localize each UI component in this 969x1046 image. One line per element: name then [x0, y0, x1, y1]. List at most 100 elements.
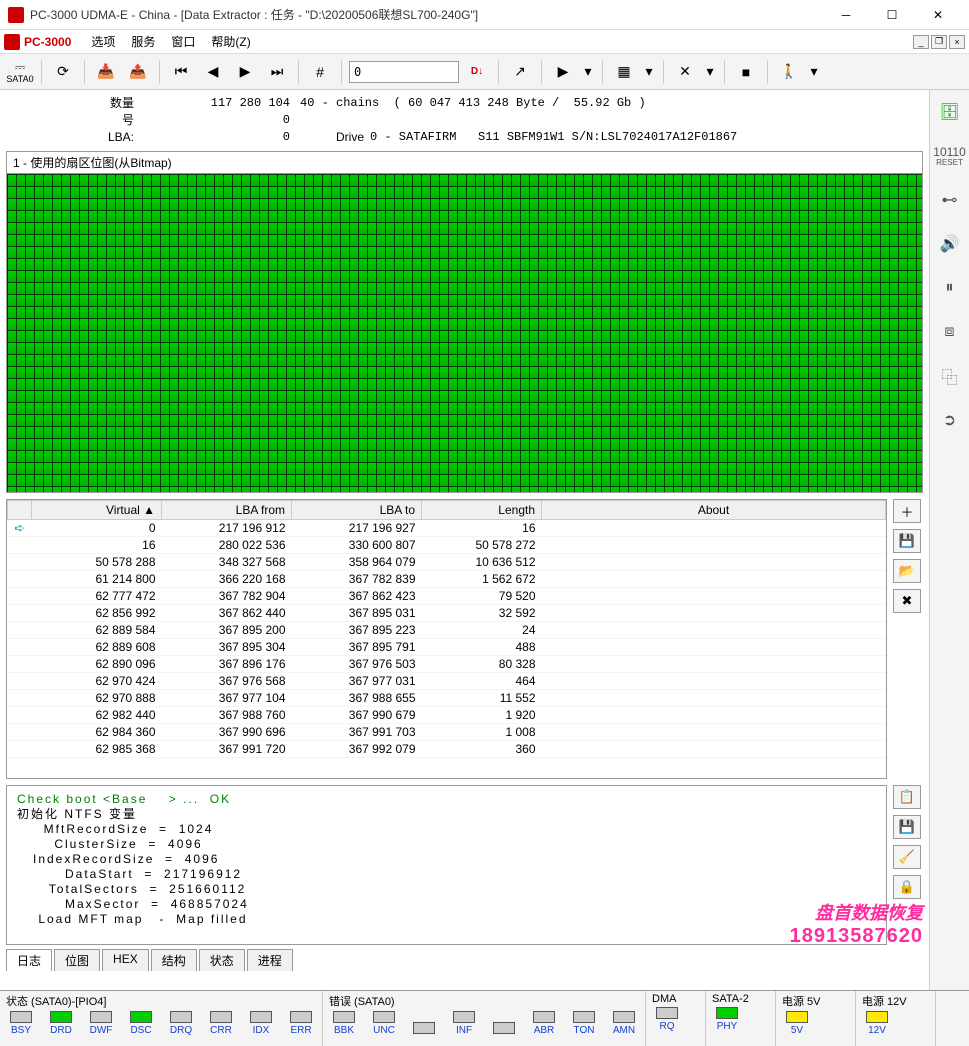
play-dropdown-button[interactable]: ▾	[581, 58, 595, 86]
table-row[interactable]: 62 856 992367 862 440367 895 03132 592	[8, 605, 886, 622]
table-save-button[interactable]: 💾	[893, 529, 921, 553]
lba-label: LBA:	[10, 130, 140, 144]
log-lock-button[interactable]: 🔒	[893, 875, 921, 899]
jump-go-button[interactable]: D↓	[463, 58, 491, 86]
led-CRR: CRR	[206, 1011, 236, 1036]
sata-connector-button[interactable]: ⎓ SATA0	[6, 58, 34, 86]
table-row[interactable]: 16280 022 536330 600 80750 578 272	[8, 537, 886, 554]
info-panel: 数量 117 280 104 40 - chains ( 60 047 413 …	[0, 90, 929, 149]
sata-label: SATA0	[6, 75, 33, 84]
log-clear-button[interactable]: 🧹	[893, 845, 921, 869]
jump-input[interactable]	[349, 61, 459, 83]
status-group-title: 电源 12V	[862, 993, 929, 1009]
exit-button[interactable]: 🚶	[775, 58, 803, 86]
last-button[interactable]: ⏭	[263, 58, 291, 86]
sector-bitmap[interactable]	[6, 173, 923, 493]
table-header[interactable]: About	[542, 501, 886, 520]
exit-dropdown-button[interactable]: ▾	[807, 58, 821, 86]
close-button[interactable]: ✕	[915, 0, 961, 30]
table-row[interactable]: 61 214 800366 220 168367 782 8391 562 67…	[8, 571, 886, 588]
status-group-title: 电源 5V	[782, 993, 849, 1009]
play-button[interactable]: ▶	[549, 58, 577, 86]
grid-view-button[interactable]: ▦	[610, 58, 638, 86]
grid-dropdown-button[interactable]: ▾	[642, 58, 656, 86]
table-row[interactable]: 62 889 608367 895 304367 895 791488	[8, 639, 886, 656]
maximize-button[interactable]: ☐	[869, 0, 915, 30]
table-header[interactable]: LBA to	[292, 501, 422, 520]
table-row[interactable]: ➪0217 196 912217 196 92716	[8, 520, 886, 537]
table-header[interactable]: Virtual ▲	[32, 501, 162, 520]
menu-services[interactable]: 服务	[123, 31, 163, 52]
led-ERR: ERR	[286, 1011, 316, 1036]
led-BBK: BBK	[329, 1011, 359, 1036]
tools-dropdown-button[interactable]: ▾	[703, 58, 717, 86]
copy-icon[interactable]: ⿻	[936, 362, 964, 390]
table-row[interactable]: 50 578 288348 327 568358 964 07910 636 5…	[8, 554, 886, 571]
chip-icon[interactable]: ⧈	[936, 318, 964, 346]
table-row[interactable]: 62 985 368367 991 720367 992 079360	[8, 741, 886, 758]
led-UNC: UNC	[369, 1011, 399, 1036]
bitmap-title: 1 - 使用的扇区位图(从Bitmap)	[6, 151, 923, 173]
export-button[interactable]: 📤	[124, 58, 152, 86]
connector-icon[interactable]: ➲	[936, 406, 964, 434]
sound-icon[interactable]: 🔊	[936, 230, 964, 258]
led-INF: INF	[449, 1011, 479, 1036]
tab-日志[interactable]: 日志	[6, 949, 52, 971]
led-12V: 12V	[862, 1011, 892, 1036]
log-copy-button[interactable]: 📋	[893, 785, 921, 809]
menu-help[interactable]: 帮助(Z)	[203, 31, 258, 52]
table-row[interactable]: 62 970 888367 977 104367 988 65511 552	[8, 690, 886, 707]
table-row[interactable]: 62 984 360367 990 696367 991 7031 008	[8, 724, 886, 741]
mdi-close-button[interactable]: ×	[949, 35, 965, 49]
table-row[interactable]: 62 970 424367 976 568367 977 031464	[8, 673, 886, 690]
table-header[interactable]: Length	[422, 501, 542, 520]
menu-window[interactable]: 窗口	[163, 31, 203, 52]
prev-button[interactable]: ◀	[199, 58, 227, 86]
log-save-button[interactable]: 💾	[893, 815, 921, 839]
tab-结构[interactable]: 结构	[151, 949, 197, 971]
refresh-button[interactable]: ⟳	[49, 58, 77, 86]
export2-button[interactable]: ↗	[506, 58, 534, 86]
bottom-tabs: 日志位图HEX结构状态进程	[6, 949, 923, 971]
table-add-button[interactable]: ＋	[893, 499, 921, 523]
status-group-title: SATA-2	[712, 993, 769, 1005]
qty-label: 数量	[10, 94, 140, 111]
table-row[interactable]: 62 982 440367 988 760367 990 6791 920	[8, 707, 886, 724]
grid-button[interactable]: #	[306, 58, 334, 86]
tool1-icon[interactable]: ⊷	[936, 186, 964, 214]
tools-button[interactable]: ✕	[671, 58, 699, 86]
tab-位图[interactable]: 位图	[54, 949, 100, 971]
app-icon	[8, 7, 24, 23]
stop-button[interactable]: ■	[732, 58, 760, 86]
lba-value: 0	[140, 130, 290, 144]
tab-进程[interactable]: 进程	[247, 949, 293, 971]
mdi-restore-button[interactable]: ❐	[931, 35, 947, 49]
table-row[interactable]: 62 889 584367 895 200367 895 22324	[8, 622, 886, 639]
table-header[interactable]: LBA from	[162, 501, 292, 520]
table-clear-button[interactable]: ✖	[893, 589, 921, 613]
led-ABR: ABR	[529, 1011, 559, 1036]
tab-状态[interactable]: 状态	[199, 949, 245, 971]
db-icon[interactable]: 🗄	[936, 98, 964, 126]
pause-icon[interactable]: ⏸	[936, 274, 964, 302]
reset-button[interactable]: 10110RESET	[936, 142, 964, 170]
log-panel[interactable]: Check boot <Base > ... OK 初始化 NTFS 变量 Mf…	[6, 785, 887, 945]
minimize-button[interactable]: ─	[823, 0, 869, 30]
table-row[interactable]: 62 890 096367 896 176367 976 50380 328	[8, 656, 886, 673]
table-row[interactable]: 62 777 472367 782 904367 862 42379 520	[8, 588, 886, 605]
import-button[interactable]: 📥	[92, 58, 120, 86]
led-AMN: AMN	[609, 1011, 639, 1036]
led-PHY: PHY	[712, 1007, 742, 1032]
status-group-title: DMA	[652, 993, 699, 1005]
mdi-minimize-button[interactable]: _	[913, 35, 929, 49]
tab-HEX[interactable]: HEX	[102, 949, 149, 971]
next-button[interactable]: ▶	[231, 58, 259, 86]
menu-options[interactable]: 选项	[83, 31, 123, 52]
led-blank	[489, 1022, 519, 1036]
titlebar: PC-3000 UDMA-E - China - [Data Extractor…	[0, 0, 969, 30]
table-open-button[interactable]: 📂	[893, 559, 921, 583]
led-RQ: RQ	[652, 1007, 682, 1032]
led-TON: TON	[569, 1011, 599, 1036]
first-button[interactable]: ⏮	[167, 58, 195, 86]
chains-table[interactable]: Virtual ▲LBA fromLBA toLengthAbout ➪0217…	[6, 499, 887, 779]
